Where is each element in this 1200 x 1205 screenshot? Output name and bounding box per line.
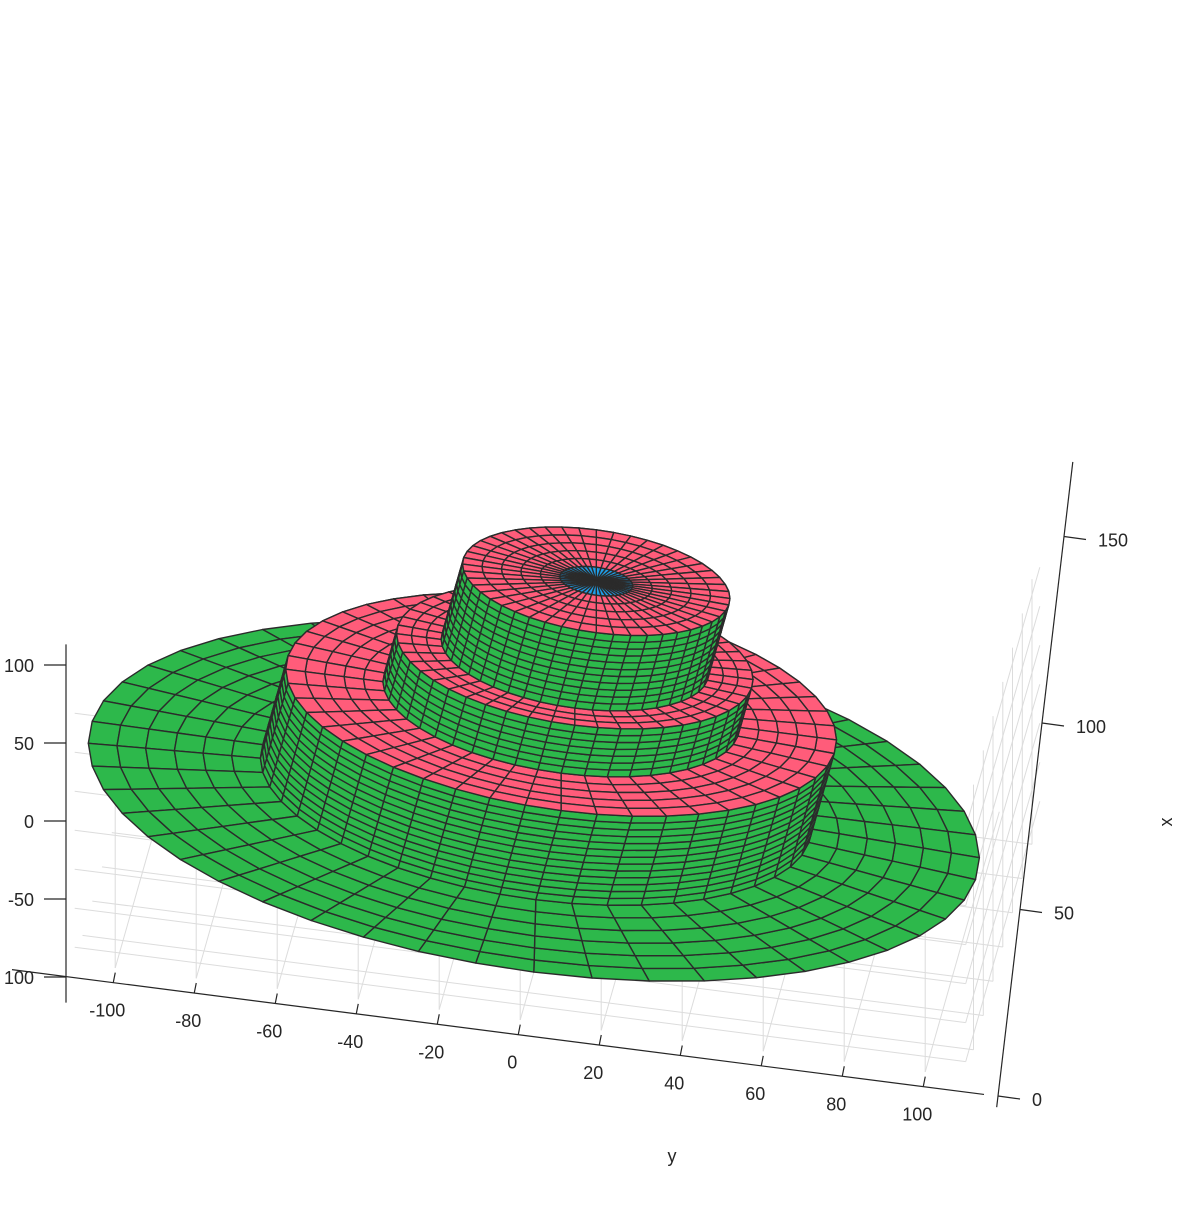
y-tick [517,1024,521,1035]
surface-cell-step-1-top [593,805,634,817]
surface-cell-flange [144,747,179,770]
surface-cell-flange [173,750,207,771]
surface-cell-step-3 [620,662,641,671]
surface-cell-flange [627,942,684,957]
surface-cell-step-2 [610,755,636,764]
surface-cell-step-1 [620,849,658,858]
y-tick-label: -100 [89,1001,125,1021]
surface-cell-step-3 [612,689,633,698]
x-tick-label: 150 [1098,531,1128,551]
z-tick-label: 100 [4,656,34,676]
surface-cell-flange [87,742,122,768]
x-tick-label: 100 [1076,717,1106,737]
y-axis-label: y [668,1146,677,1166]
y-tick [112,972,116,983]
y-tick-label: 80 [826,1094,846,1114]
y-tick-label: 40 [664,1073,684,1093]
y-tick [274,993,278,1004]
surface-cell-step-1-top [626,807,668,817]
z-tick-label: 100 [4,968,34,988]
surface-cell-step-2 [614,741,640,751]
surface-cell-step-1 [625,829,664,838]
x-tick-label: 50 [1054,904,1074,924]
surface-cell-step-2 [616,734,642,744]
surface-cell-flange [144,728,179,752]
surface-cell-step-1 [622,842,660,852]
surface-cell-step-3 [622,655,643,664]
surface-cell-step-3 [628,634,649,643]
surface-cell-step-1 [612,877,650,886]
surface-cell-step-1 [627,822,666,831]
z-tick-label: 50 [14,734,34,754]
surface-cell-step-3-top [595,624,615,636]
x-axis-line [996,461,1074,1108]
surface-cell-flange [173,732,207,754]
y-tick-label: -80 [175,1011,201,1031]
surface-cell-flange [230,755,264,774]
y-tick [841,1066,845,1077]
surface-cell-step-3 [610,696,631,705]
x-tick [1019,908,1043,914]
surface-cell-step-1-top [285,668,309,686]
chart-area: x y -100 -80 -60 -40 -20 0 20 40 60 80 100 100 -50 0 5… [0,0,1200,1200]
x-axis-label: x [1156,818,1176,827]
surface-cell-step-1 [608,890,646,900]
surface-cell-flange [116,724,150,749]
y-tick-label: -40 [337,1032,363,1052]
y-tick-label: 60 [745,1084,765,1104]
surface-cell-step-3 [608,703,629,712]
surface-cell-flange [87,720,122,747]
surface-cell-step-3 [614,682,635,691]
y-tick [598,1034,602,1046]
z-tick-label: 0 [24,812,34,832]
x-tick [997,1095,1021,1100]
z-tick-label: -50 [8,890,34,910]
surface-cell-step-1 [614,870,652,879]
surface-cell-step-3 [618,668,639,678]
y-tick-label: 100 [902,1105,932,1125]
surface-cell-step-2 [606,769,632,778]
surface-plot: x y -100 -80 -60 -40 -20 0 20 40 60 80 100 100 -50 0 5… [4,461,1176,1166]
y-tick [436,1014,440,1025]
y-tick-label: -60 [256,1021,282,1041]
y-tick-label: 20 [583,1063,603,1083]
surface-cell-flange [202,752,236,772]
surface-cell-step-1 [623,835,662,845]
y-tick [679,1045,683,1056]
surface-cell-flange [634,954,695,970]
y-tick-label: -20 [418,1042,444,1062]
x-tick-label: 0 [1032,1090,1042,1110]
surface-cell-step-1-top [621,799,660,809]
surface-cell-step-2 [612,748,638,757]
y-tick [193,982,197,994]
surface-cell-step-2 [618,728,644,737]
surface-cell-step-3 [616,675,637,685]
surface-cell-step-1 [629,815,668,824]
surface-cell-flange [202,736,236,757]
surface-cell-step-1 [606,897,644,906]
surface-cell-step-3 [624,648,645,657]
y-tick [355,1003,359,1014]
y-tick [760,1055,764,1066]
surface-cell-step-2 [608,762,634,771]
y-tick [922,1076,926,1087]
surface-cell-step-1 [616,863,654,872]
surface-cell-step-2-top [595,721,622,730]
surface-cell-step-1 [610,883,648,893]
y-tick-label: 0 [507,1053,517,1073]
surface-layer [87,526,981,982]
surface-cell-step-1 [618,856,656,865]
x-tick [1041,722,1065,727]
surface-cell-step-3 [626,641,647,650]
x-tick [1063,535,1087,541]
surface-cell-step-1-top [304,671,328,687]
surface-cell-flange [116,745,150,769]
surface-cell-flange [641,967,705,982]
